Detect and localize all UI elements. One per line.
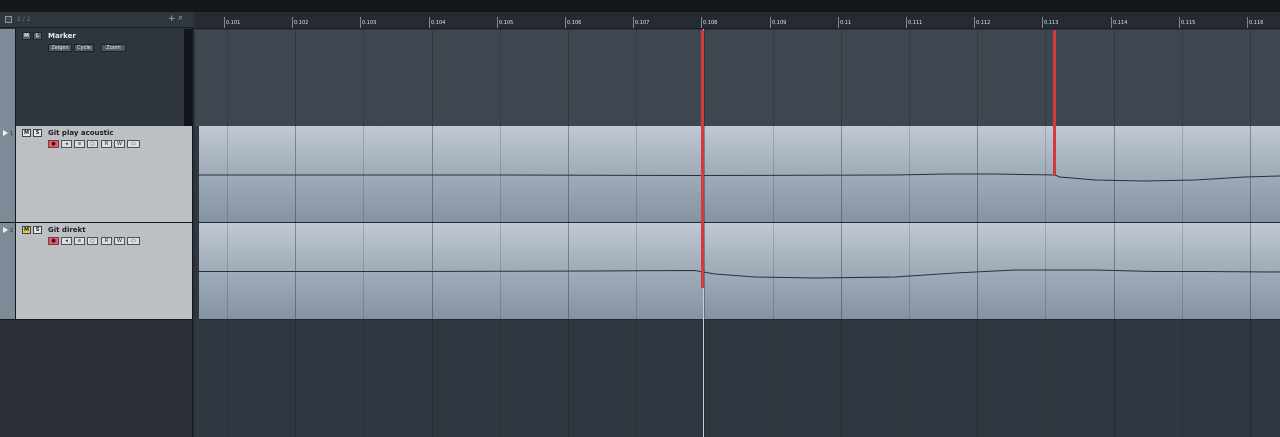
track-number: 1 [10,131,14,137]
write-automation-button[interactable]: W [114,140,125,148]
ruler-tick-label: 0.111 [908,20,923,26]
ruler-tick [838,17,839,28]
audio-track[interactable]: 1 M S Git play acoustic ● ◂ e ○ R W ▭ [0,126,192,223]
waveform-display [195,173,1280,279]
track-color-stripe: 2 [0,223,16,319]
select-all-checkbox[interactable] [5,16,12,23]
waveform-track-1 [195,173,1280,182]
track-count: 2 / 2 [17,16,31,23]
waveform-track-2 [195,269,1280,279]
ruler-tick-label: 0.112 [976,20,991,26]
read-automation-button[interactable]: R [101,237,112,245]
monitor-button[interactable]: ◂ [61,237,72,245]
ruler-tick [701,17,702,28]
marker-zoom-button[interactable]: Zoom [101,44,126,52]
freeze-button[interactable]: ○ [87,140,98,148]
ruler-tick-label: 0.116 [1249,20,1264,26]
marker-track-body: M L Marker Zeigen Cycle Zoom [17,29,184,126]
ruler-tick [224,17,225,28]
track-name: Git direkt [48,226,86,234]
record-enable-button[interactable]: ● [48,140,59,148]
ruler-tick-label: 0.11 [840,20,852,26]
ruler-tick-label: 0.109 [772,20,787,26]
ruler-tick-label: 0.104 [431,20,446,26]
marker-mute-button[interactable]: M [22,32,31,40]
track-edge [184,126,192,222]
marker-lock-button[interactable]: L [33,32,42,40]
ruler-tick-label: 0.106 [567,20,582,26]
track-list-header: 2 / 2 + ⌕ [0,12,193,28]
marker-track-color-stripe [0,29,16,126]
record-enable-button[interactable]: ● [48,237,59,245]
audio-track[interactable]: 2 M S Git direkt ● ◂ e ○ R W ▭ [0,223,192,320]
track-body: M S Git play acoustic ● ◂ e ○ R W ▭ [17,126,184,222]
ruler-tick [1179,17,1180,28]
ruler-tick [565,17,566,28]
edit-button[interactable]: e [74,237,85,245]
timeline-ruler[interactable]: 0.101 0.102 0.103 0.104 0.105 0.106 0.107 0.108… [195,12,1280,29]
monitor-button[interactable]: ◂ [61,140,72,148]
marker-track-scrollbar[interactable] [184,29,192,126]
play-icon[interactable] [3,227,8,233]
ruler-tick-label: 0.113 [1044,20,1059,26]
ruler-tick-label: 0.115 [1181,20,1196,26]
ruler-tick [1111,17,1112,28]
track-name: Git play acoustic [48,129,114,137]
ruler-tick [770,17,771,28]
ruler-tick-label: 0.114 [1113,20,1128,26]
read-automation-button[interactable]: R [101,140,112,148]
search-icon[interactable]: ⌕ [178,13,183,23]
locator-marker[interactable] [1053,30,1056,175]
ruler-tick-label: 0.107 [635,20,650,26]
solo-button[interactable]: S [33,129,42,137]
event-display[interactable]: 0.101 0.102 0.103 0.104 0.105 0.106 0.107 0.108… [195,12,1280,437]
ruler-tick [429,17,430,28]
ruler-tick [292,17,293,28]
ruler-tick [1042,17,1043,28]
mute-button[interactable]: M [22,129,31,137]
title-strip [0,0,1280,12]
ruler-tick-label: 0.101 [226,20,241,26]
write-automation-button[interactable]: W [114,237,125,245]
play-icon[interactable] [3,130,8,136]
marker-cycle-button[interactable]: Cycle [74,44,94,52]
track-list-panel: 2 / 2 + ⌕ M L Marker Zeigen Cycle Zoom 1… [0,12,193,437]
ruler-tick-label: 0.103 [362,20,377,26]
marker-track-name: Marker [48,32,76,40]
ruler-tick [360,17,361,28]
mute-button[interactable]: M [22,226,31,234]
freeze-button[interactable]: ○ [87,237,98,245]
marker-show-button[interactable]: Zeigen [48,44,72,52]
track-color-stripe: 1 [0,126,16,222]
ruler-tick-label: 0.105 [499,20,514,26]
ruler-tick [497,17,498,28]
ruler-tick [1247,17,1248,28]
ruler-tick [906,17,907,28]
track-number: 2 [10,228,14,234]
edit-button[interactable]: e [74,140,85,148]
ruler-tick [633,17,634,28]
ruler-tick-label: 0.102 [294,20,309,26]
lanes-button[interactable]: ▭ [127,140,140,148]
locator-marker[interactable] [701,30,704,288]
lanes-button[interactable]: ▭ [127,237,140,245]
add-track-icon[interactable]: + [168,14,176,24]
ruler-tick [974,17,975,28]
track-edge [184,223,192,319]
solo-button[interactable]: S [33,226,42,234]
ruler-tick-label: 0.108 [703,20,718,26]
marker-track[interactable]: M L Marker Zeigen Cycle Zoom [0,29,192,127]
track-body: M S Git direkt ● ◂ e ○ R W ▭ [17,223,184,319]
